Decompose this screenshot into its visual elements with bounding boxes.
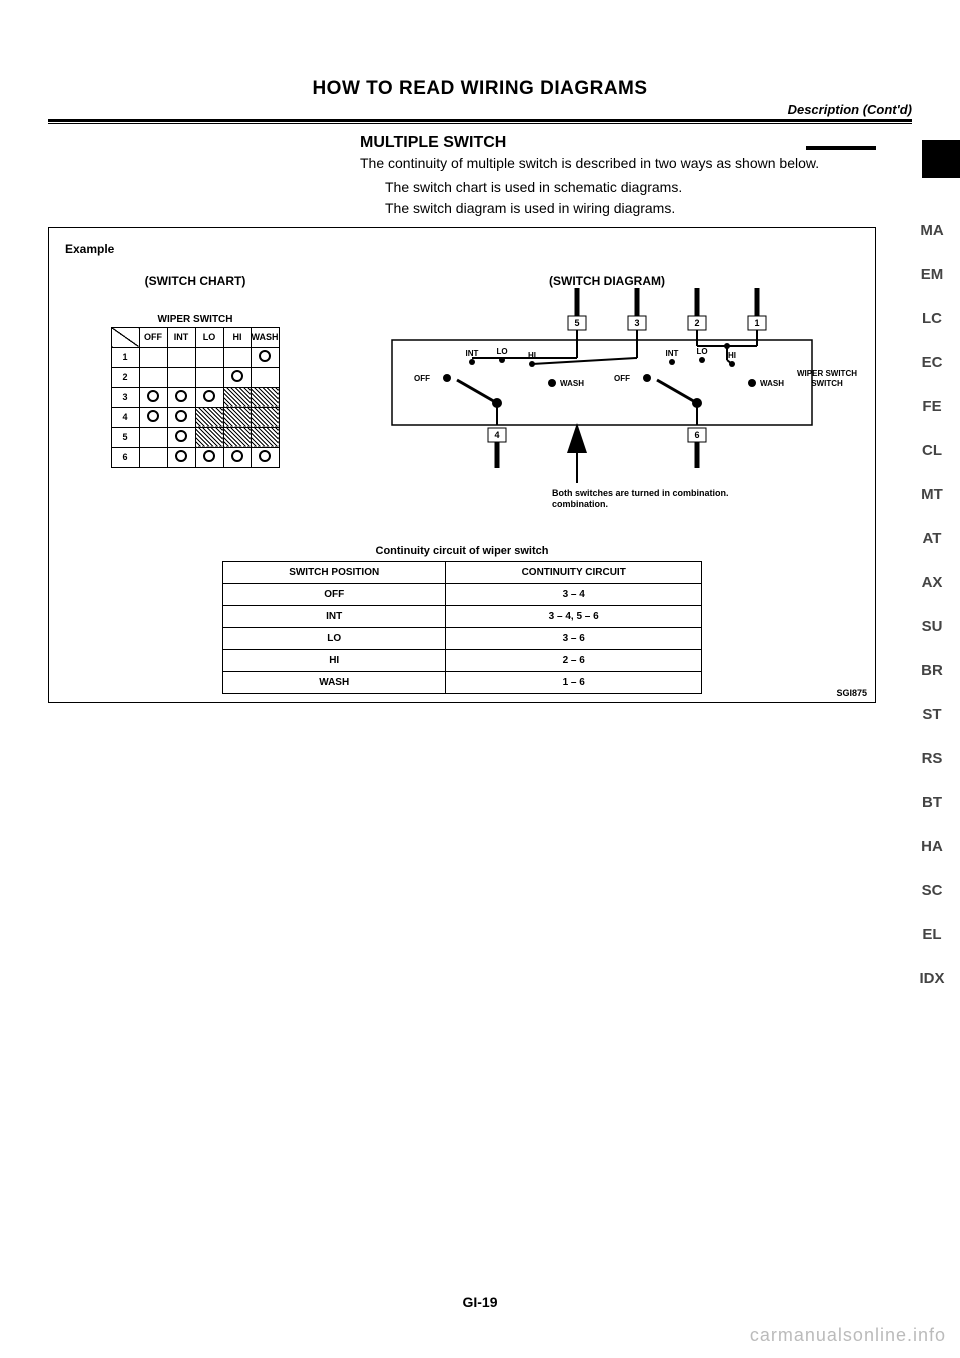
bullet-2: The switch diagram is used in wiring dia… (385, 198, 876, 219)
bullet-list: The switch chart is used in schematic di… (385, 177, 876, 219)
mark-icon (175, 390, 187, 402)
svg-text:HI: HI (728, 351, 736, 360)
idx-ax: AX (916, 574, 948, 591)
cont-circ-1: 3 – 4, 5 – 6 (446, 605, 702, 627)
switch-chart-title: (SWITCH CHART) (65, 274, 325, 288)
current-section-tab (922, 140, 960, 178)
row-6: 6 (111, 447, 139, 467)
chart-corner (111, 327, 139, 347)
section-title: HOW TO READ WIRING DIAGRAMS (48, 78, 912, 100)
header-rule-thin (48, 123, 912, 124)
mark-icon (203, 390, 215, 402)
idx-at: AT (916, 530, 948, 547)
mark-icon (175, 450, 187, 462)
idx-rs: RS (916, 750, 948, 767)
idx-bt: BT (916, 794, 948, 811)
svg-text:2: 2 (694, 318, 699, 328)
svg-text:WASH: WASH (560, 379, 584, 388)
watermark: carmanualsonline.info (750, 1325, 946, 1346)
svg-text:Both switches are turned in co: Both switches are turned in combination. (552, 488, 729, 498)
continuity-table: SWITCH POSITION CONTINUITY CIRCUIT OFF3 … (222, 561, 702, 694)
svg-text:4: 4 (494, 430, 499, 440)
mark-icon (259, 450, 271, 462)
row-4: 4 (111, 407, 139, 427)
cont-pos-3: HI (223, 649, 446, 671)
svg-text:6: 6 (694, 430, 699, 440)
idx-br: BR (916, 662, 948, 679)
cont-circ-4: 1 – 6 (446, 671, 702, 693)
idx-lc: LC (916, 310, 948, 327)
mark-icon (231, 450, 243, 462)
row-3: 3 (111, 387, 139, 407)
intro-text: The continuity of multiple switch is des… (360, 154, 876, 173)
idx-sc: SC (916, 882, 948, 899)
mark-icon (203, 450, 215, 462)
svg-text:combination.: combination. (552, 499, 608, 509)
mark-icon (175, 430, 187, 442)
idx-ha: HA (916, 838, 948, 855)
cont-pos-1: INT (223, 605, 446, 627)
mark-icon (259, 350, 271, 362)
mark-icon (175, 410, 187, 422)
example-label: Example (65, 242, 859, 256)
col-wash: WASH (251, 327, 279, 347)
col-lo: LO (195, 327, 223, 347)
bullet-1: The switch chart is used in schematic di… (385, 177, 876, 198)
idx-st: ST (916, 706, 948, 723)
svg-text:LO: LO (696, 347, 707, 356)
col-hi: HI (223, 327, 251, 347)
side-index: MA EM LC EC FE CL MT AT AX SU BR ST RS B… (916, 222, 948, 987)
wiper-switch-label: WIPER SWITCH (65, 314, 325, 325)
cont-pos-4: WASH (223, 671, 446, 693)
switch-diagram-svg: 5 3 2 1 INT (355, 288, 859, 518)
idx-idx: IDX (916, 970, 948, 987)
cont-pos-2: LO (223, 627, 446, 649)
mark-icon (147, 390, 159, 402)
svg-text:SWITCH: SWITCH (811, 379, 843, 388)
svg-text:OFF: OFF (614, 374, 630, 383)
svg-text:LO: LO (496, 347, 507, 356)
heading-bar (806, 146, 876, 150)
subtitle: Description (Cont'd) (788, 102, 912, 117)
idx-mt: MT (916, 486, 948, 503)
svg-text:1: 1 (754, 318, 759, 328)
svg-text:INT: INT (466, 349, 479, 358)
switch-diagram-title: (SWITCH DIAGRAM) (355, 274, 859, 288)
idx-ec: EC (916, 354, 948, 371)
mark-icon (231, 370, 243, 382)
svg-text:OFF: OFF (414, 374, 430, 383)
idx-ma: MA (916, 222, 948, 239)
idx-su: SU (916, 618, 948, 635)
row-5: 5 (111, 427, 139, 447)
svg-text:INT: INT (666, 349, 679, 358)
row-2: 2 (111, 367, 139, 387)
cont-h2: CONTINUITY CIRCUIT (446, 561, 702, 583)
header-rule-thick (48, 119, 912, 122)
sub-heading: MULTIPLE SWITCH (360, 134, 506, 152)
page-number: GI-19 (0, 1294, 960, 1310)
svg-text:3: 3 (634, 318, 639, 328)
idx-fe: FE (916, 398, 948, 415)
cont-pos-0: OFF (223, 583, 446, 605)
figure-box: Example (SWITCH CHART) WIPER SWITCH OFF … (48, 227, 876, 703)
svg-text:5: 5 (574, 318, 579, 328)
continuity-title: Continuity circuit of wiper switch (65, 545, 859, 557)
idx-cl: CL (916, 442, 948, 459)
switch-chart-table: OFF INT LO HI WASH 1 2 3 4 5 6 (111, 327, 280, 468)
cont-circ-3: 2 – 6 (446, 649, 702, 671)
col-int: INT (167, 327, 195, 347)
figure-code: SGI875 (836, 688, 867, 698)
row-1: 1 (111, 347, 139, 367)
col-off: OFF (139, 327, 167, 347)
cont-circ-2: 3 – 6 (446, 627, 702, 649)
mark-icon (147, 410, 159, 422)
cont-circ-0: 3 – 4 (446, 583, 702, 605)
idx-em: EM (916, 266, 948, 283)
svg-text:WASH: WASH (760, 379, 784, 388)
svg-text:WIPER SWITCH: WIPER SWITCH (797, 369, 857, 378)
idx-el: EL (916, 926, 948, 943)
cont-h1: SWITCH POSITION (223, 561, 446, 583)
